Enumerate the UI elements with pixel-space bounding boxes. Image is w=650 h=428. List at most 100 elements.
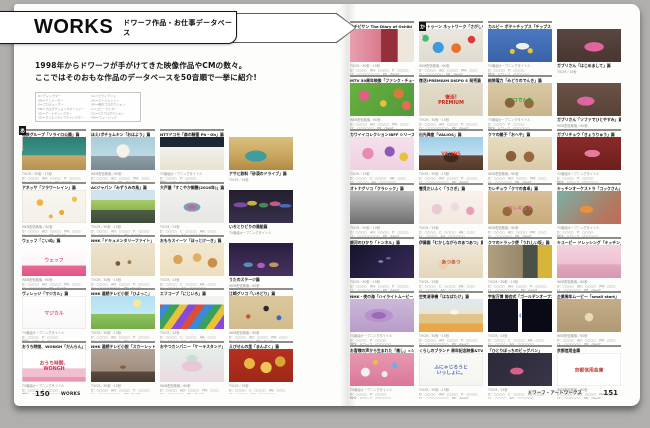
credit-line: D：○○○○ P：○○○○ [488,122,552,126]
work-thumbnail [22,190,86,223]
credit-line: CL：○○○○○○○○ PR：dwarf [488,288,552,291]
cell-divider [22,235,86,237]
cell-divider [557,129,621,131]
credit-line: D：○○○○ C：○○○○ AN：○○○ [160,282,224,286]
work-thumbnail [229,190,293,223]
intro-line-1: 1998年からドワーフが手がけてきた映像作品やCMの数々。 [35,60,257,72]
page-footer-label: ドワーフ・アートワークス [527,390,581,396]
thumbnail-text: あつあつ [432,259,470,265]
work-cell: エフコープ「にじいろ」篇TVCM／15秒D：○○○○ C：○○○○ AN：○○○… [160,288,224,341]
work-cell: ウェッフ「こいぬ」篇ウェッフWEB配信映像／60秒D：○○○○ AD：○○○○ … [22,235,86,288]
cell-divider [229,288,293,290]
page-number-right: 151 [603,389,618,397]
work-credits: TV番組オープニングタイトルD：○○○○ P：○○○○制作：ドワーフ (C)○○… [557,172,621,184]
work-thumbnail [91,190,155,223]
thumbnail-text: VALIOS [432,151,470,157]
credit-line: TVCM／15秒 [419,280,483,284]
credit-line: CL：○○○○○○○○ PR：dwarf [350,288,414,291]
cell-divider [91,129,155,131]
credit-line: CL：○○○○○○○○ PR：dwarf [350,72,414,75]
cell-divider [91,341,155,343]
cell-divider [22,341,86,343]
credit-line: TV番組オープニングタイトル [557,226,621,230]
credit-line: WEB配信映像／60秒 [91,172,155,176]
credit-line: CL：○○○○○○ PR：dwarf [557,288,621,291]
work-thumbnail: マジカル [22,296,86,329]
work-cell: 宇宙万博 開会式「ゴールデンオープニング」4TVCM／15秒D：○○○○ C：○… [488,291,552,345]
work-credits: WEB配信映像／60秒D：○○○○ AD：○○○○ PM：○○○CL：○○○○○… [22,278,86,289]
work-cell: MTV 50周年映像「ファンク・チューン」WEB配信映像／60秒D：○○○○ A… [350,75,414,129]
cell-divider [419,183,483,185]
work-cell: ガブリさん「はじめまして」篇TVCM／15秒D：○○○○ C：○○○○ AN：○… [557,21,621,75]
work-title: アサヒ飲料「砂漠のドライブ」篇 [229,171,293,177]
credit-line: TV番組オープニングタイトル [160,172,224,176]
credit-line: TVCM／15秒 [160,225,224,229]
work-cell: 伊藤園「むかしながらのあつあつ」篇あつあつTVCM／15秒D：○○○○ C：○○… [419,237,483,291]
index-tab-label: か [420,23,425,30]
cell-divider [160,288,224,290]
work-credits: WEB配信映像／60秒D：○○○○ AD：○○○○ PM：○○○CL：○○○○○… [557,124,621,130]
work-credits: WEB配信映像／60秒D：○○○○ AD：○○○○ PM：○○○CL：○○○○○… [160,384,224,395]
work-cell: おやつカンパニー「ケーキスタンド」篇WEB配信映像／60秒D：○○○○ AD：○… [160,341,224,394]
page-footer-right: ドワーフ・アートワークス 151 [511,388,618,398]
banner-subtitle: ドワーフ作品・お仕事データベース [123,18,236,38]
cell-divider [160,182,224,184]
cell-divider [488,75,552,77]
thumbnail-text: 4 [501,313,539,319]
credit-line: D：○○○○ AD：○○○○ PM：○○○ [22,282,86,286]
work-thumbnail [229,137,293,170]
work-thumbnail: VALIOS [419,137,483,170]
credit-line: D：○○○○ P：○○○○ [557,176,621,180]
credit-line: CL：○○○○ AG：○○○○○○ [419,288,483,291]
credit-line: TVCM／30秒・15秒 [91,384,155,388]
credit-line: WEB配信映像／60秒 [488,226,552,230]
work-thumbnail [229,296,293,329]
work-thumbnail [160,296,224,329]
work-cell: くらしのブランド 周年記念映像&TVCM「ふにゃじろう」篇ふにゃじろうと いっし… [419,345,483,399]
work-credits: WEB配信映像／60秒D：○○○○ AD：○○○○ PM：○○○CL：○○○○○… [229,284,293,289]
work-cell: ACジャパン「みずうみの鳥」篇TVCM／30秒・15秒D：○○○○ AN：○○○… [91,182,155,235]
work-credits: TVCM／30秒・15秒D：○○○○ AN：○○○○ P：○○○○CL：○○○○… [22,172,86,183]
work-cell: NHK 連続テレビ小説「ひよっこ」TVCM／30秒・15秒D：○○○○ AN：○… [91,288,155,341]
cell-divider [350,345,414,347]
work-cell: えびせんの里「まんぷく」篇TVCM／15秒D：○○○○ C：○○○○ AN：○○… [229,341,293,394]
credit-line: D：○○○○ P：○○○○ [350,392,414,396]
credit-line: TV番組オープニングタイトル [22,384,86,388]
credit-line: TVCM／30秒・15秒 [419,118,483,122]
work-thumbnail: エコでんき [488,83,552,116]
legend-column: CL＝クライアントAG＝エージェンシーPR＝制作プロダクションC＝コピーライター… [91,95,125,121]
cell-divider [160,129,224,131]
credit-line: D：○○○○ AN：○○○○ P：○○○○ [419,392,483,396]
credit-line: WEB配信映像／60秒 [22,225,86,229]
cell-divider [350,183,414,185]
work-cell: キッチンオーケストラ「コックさん」篇TV番組オープニングタイトルD：○○○○ P… [557,183,621,237]
cell-divider [22,288,86,290]
cell-divider [419,237,483,239]
work-thumbnail: ふにゃじろうと いっしょに。 [419,353,483,386]
work-credits: TVCM／15秒D：○○○○ C：○○○○ AN：○○○CL：○○○○ AG：○… [160,225,224,236]
work-cell: ガブリさん「ソファでひとやすみ」篇WEB配信映像／60秒D：○○○○ AD：○○… [557,75,621,129]
work-thumbnail [488,245,552,278]
credit-line: TVCM／15秒 [229,384,293,388]
work-cell: クマのトラック便「うれしい坂」篇TVCM／30秒・15秒D：○○○○ AN：○○… [488,237,552,291]
work-credits: TVCM／15秒D：○○○○ C：○○○○ AN：○○○CL：○○○○ AG：○… [557,70,621,76]
work-credits: TVCM／30秒・15秒D：○○○○ AN：○○○○ P：○○○○CL：○○○○… [91,331,155,342]
cell-spacer [229,182,293,190]
work-cell: アネッサ「フラワーレイン」篇WEB配信映像／60秒D：○○○○ AD：○○○○ … [22,182,86,235]
work-cell: お客様の声から生まれた「癒し」×シルバニアファミリー 25thTV番組オープニン… [350,345,414,399]
credit-line: CL：○○○○○○○○ PR：dwarf [350,234,414,237]
book-photo: 1998年からドワーフが手がけてきた映像作品やCMの数々。 ここではそのおもな作… [0,0,650,428]
work-title: うたのステージ篇 [229,277,293,283]
cell-divider [488,129,552,131]
cell-divider [488,291,552,293]
credit-line: D：○○○○ AN：○○○○ P：○○○○ [419,338,483,342]
credit-line: CL：○○○○○○ PR：dwarf [557,342,621,345]
thumbnail-text: 復活! PREMIUM [432,94,470,105]
legend-box: D＝ディレクターAN＝アニメーターP＝プロデューサーPM＝プロダクションマネージ… [35,92,141,122]
credit-line: D：○○○○ C：○○○○ AN：○○○ [229,388,293,392]
work-title: ガブリさん「ソファでひとやすみ」篇 [557,117,621,123]
work-credits: TV番組オープニングタイトルD：○○○○ P：○○○○制作：ドワーフ (C)○○… [160,172,224,183]
credit-line: D：○○○○ AN：○○○○ P：○○○○ [91,282,155,286]
cell-divider [557,183,621,185]
work-title: いろとりどりの風船篇 [229,224,293,230]
